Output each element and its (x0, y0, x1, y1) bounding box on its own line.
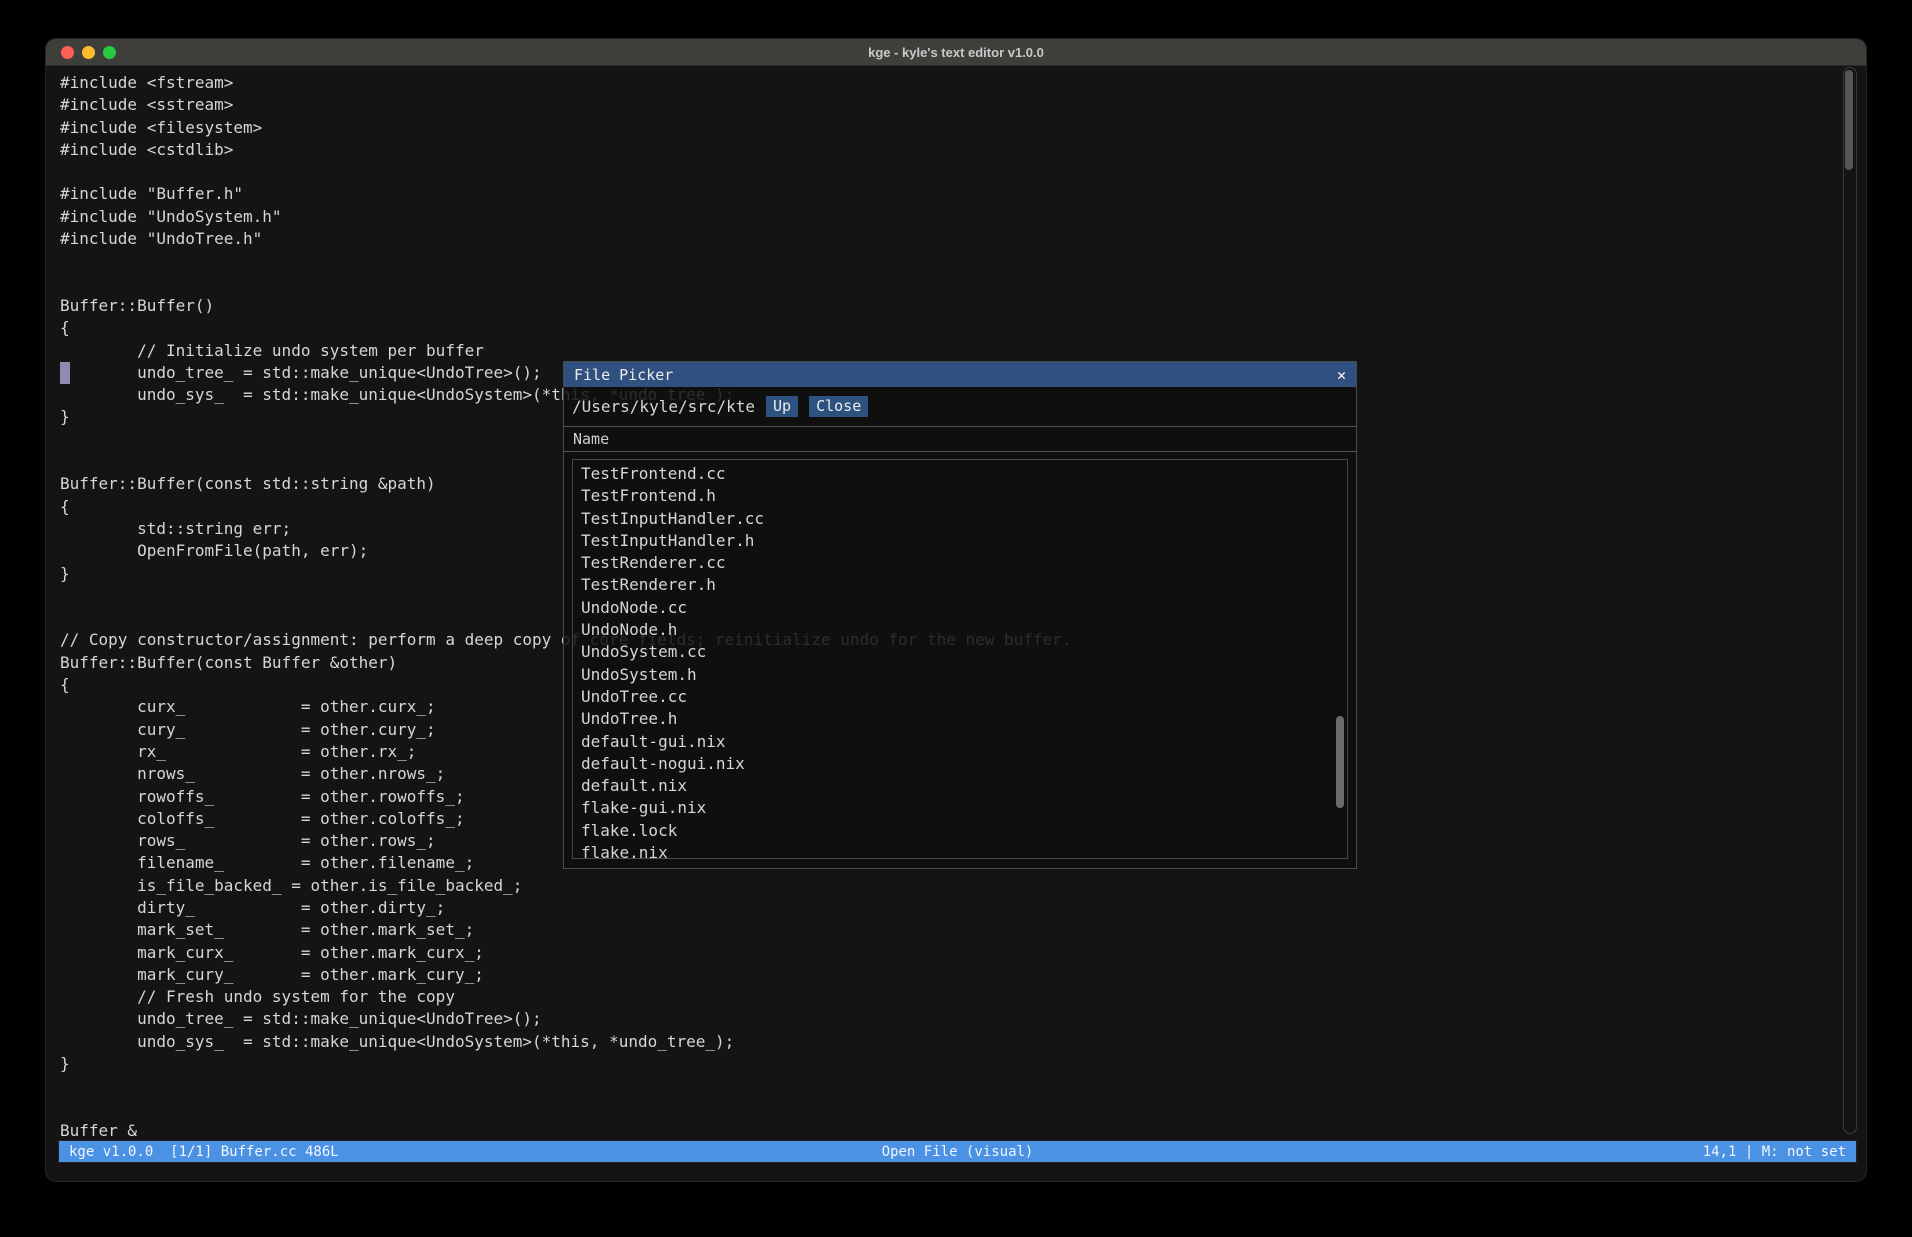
status-bar: Open File (visual) kge v1.0.0 [1/1] Buff… (58, 1140, 1857, 1163)
name-column-header: Name (573, 430, 609, 448)
file-row[interactable]: default-gui.nix (573, 731, 1347, 753)
file-row[interactable]: flake-gui.nix (573, 797, 1347, 819)
file-row[interactable]: TestRenderer.cc (573, 552, 1347, 574)
status-file-info: kge v1.0.0 [1/1] Buffer.cc 486L (69, 1144, 339, 1160)
file-row[interactable]: UndoSystem.cc (573, 641, 1347, 663)
file-row[interactable]: UndoNode.h (573, 619, 1347, 641)
close-icon[interactable]: ✕ (1337, 366, 1346, 384)
file-list-scrollbar-thumb[interactable] (1336, 716, 1344, 808)
file-picker-dialog: File Picker ✕ /Users/kyle/src/kte Up Clo… (563, 361, 1357, 869)
editor-window: kge - kyle's text editor v1.0.0 #include… (46, 39, 1866, 1181)
up-button[interactable]: Up (766, 396, 798, 417)
file-picker-titlebar: File Picker ✕ (564, 362, 1356, 387)
file-row[interactable]: UndoNode.cc (573, 597, 1347, 619)
window-title: kge - kyle's text editor v1.0.0 (46, 45, 1866, 60)
file-row[interactable]: TestFrontend.cc (573, 463, 1347, 485)
file-row[interactable]: TestInputHandler.cc (573, 508, 1347, 530)
file-row[interactable]: flake.nix (573, 842, 1347, 859)
file-row[interactable]: flake.lock (573, 820, 1347, 842)
file-row[interactable]: TestFrontend.h (573, 485, 1347, 507)
current-path: /Users/kyle/src/kte (572, 397, 755, 416)
editor-scrollbar-thumb[interactable] (1845, 70, 1853, 170)
text-cursor (60, 362, 70, 384)
close-button[interactable]: Close (809, 396, 868, 417)
file-row[interactable]: UndoTree.cc (573, 686, 1347, 708)
file-list[interactable]: TestFrontend.ccTestFrontend.hTestInputHa… (572, 459, 1348, 859)
file-row[interactable]: default.nix (573, 775, 1347, 797)
status-cursor-position: 14,1 | M: not set (1703, 1144, 1846, 1160)
file-row[interactable]: UndoTree.h (573, 708, 1347, 730)
file-row[interactable]: default-nogui.nix (573, 753, 1347, 775)
divider (564, 451, 1356, 452)
editor-scrollbar[interactable] (1843, 67, 1857, 1134)
window-titlebar[interactable]: kge - kyle's text editor v1.0.0 (46, 39, 1866, 66)
file-picker-title: File Picker (574, 366, 673, 384)
file-row[interactable]: UndoSystem.h (573, 664, 1347, 686)
file-row[interactable]: TestInputHandler.h (573, 530, 1347, 552)
file-row[interactable]: TestRenderer.h (573, 574, 1347, 596)
